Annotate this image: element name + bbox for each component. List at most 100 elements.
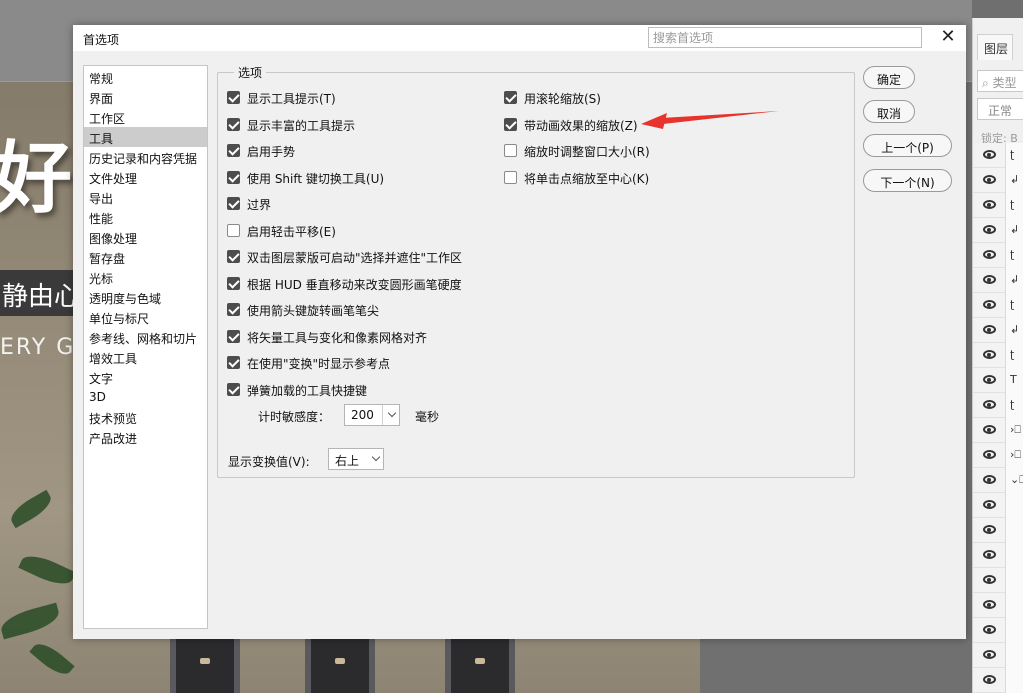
layer-row[interactable]: ⌄⎕ (973, 468, 1023, 493)
timer-unit-label: 毫秒 (415, 410, 440, 424)
eye-icon[interactable] (983, 325, 996, 334)
checkbox-checked[interactable] (504, 117, 517, 131)
next-button[interactable]: 下一个(N) (863, 169, 952, 192)
eye-icon[interactable] (983, 150, 996, 159)
eye-icon[interactable] (983, 675, 996, 684)
checkbox-checked[interactable] (227, 329, 240, 343)
ok-button[interactable]: 确定 (863, 66, 915, 89)
canvas-english-text: ERY G (0, 335, 76, 360)
nav-item[interactable]: 历史记录和内容凭据 (84, 147, 207, 167)
checkbox-checked[interactable] (227, 117, 240, 131)
checkbox-unchecked[interactable] (227, 223, 240, 237)
layer-thumbnail: ʈ (1005, 143, 1023, 168)
eye-icon[interactable] (983, 600, 996, 609)
checkbox-checked[interactable] (227, 144, 240, 157)
nav-item[interactable]: 界面 (84, 87, 207, 107)
checkbox-checked[interactable] (227, 250, 240, 263)
checkbox-checked[interactable] (504, 91, 517, 104)
layer-row[interactable]: ↲ (973, 218, 1023, 243)
nav-item[interactable]: 文字 (84, 367, 207, 387)
previous-button[interactable]: 上一个(P) (863, 134, 952, 157)
timer-sensitivity-select[interactable]: 200 (344, 404, 400, 426)
nav-item[interactable]: 图像处理 (84, 227, 207, 247)
layer-row[interactable] (973, 493, 1023, 518)
checkbox-unchecked[interactable] (504, 170, 517, 184)
checkbox-unchecked[interactable] (504, 144, 517, 157)
eye-icon[interactable] (983, 425, 996, 434)
nav-item[interactable]: 参考线、网格和切片 (84, 327, 207, 347)
layer-row[interactable]: ʈ (973, 193, 1023, 218)
eye-icon[interactable] (983, 275, 996, 284)
layer-row[interactable]: ›⎕ (973, 418, 1023, 443)
nav-item[interactable]: 3D (84, 387, 207, 407)
layer-row[interactable] (973, 568, 1023, 593)
layer-thumbnail (1005, 543, 1023, 568)
layer-row[interactable]: ↲ (973, 268, 1023, 293)
checkbox-checked[interactable] (227, 170, 240, 184)
layer-row[interactable]: ↲ (973, 318, 1023, 343)
eye-icon[interactable] (983, 575, 996, 584)
checkbox-checked[interactable] (227, 382, 240, 396)
nav-item[interactable]: 技术预览 (84, 407, 207, 427)
layer-row[interactable]: ↲ (973, 168, 1023, 193)
layer-row[interactable]: T (973, 368, 1023, 393)
cancel-button[interactable]: 取消 (863, 100, 915, 123)
eye-icon[interactable] (983, 350, 996, 359)
checkbox-checked[interactable] (227, 303, 240, 316)
preferences-search-input[interactable] (648, 27, 922, 48)
eye-icon[interactable] (983, 175, 996, 184)
layer-row[interactable] (973, 593, 1023, 618)
layer-row[interactable] (973, 618, 1023, 643)
nav-item[interactable]: 暂存盘 (84, 247, 207, 267)
eye-icon[interactable] (983, 250, 996, 259)
nav-item[interactable]: 工具 (84, 127, 207, 147)
option-label: 用滚轮缩放(S) (524, 92, 601, 106)
eye-icon[interactable] (983, 650, 996, 659)
layer-row[interactable] (973, 668, 1023, 693)
option-label: 显示工具提示(T) (247, 92, 336, 106)
nav-item[interactable]: 透明度与色域 (84, 287, 207, 307)
layer-row[interactable] (973, 643, 1023, 668)
eye-icon[interactable] (983, 475, 996, 484)
eye-icon[interactable] (983, 400, 996, 409)
eye-icon[interactable] (983, 200, 996, 209)
layers-panel: 图层 ⌕ 类型 正常 锁定: B ʈ↲ʈ↲ʈ↲ʈ↲ʈTʈ›⎕›⎕⌄⎕ (972, 18, 1023, 693)
option-label: 双击图层蒙版可启动"选择并遮住"工作区 (247, 251, 463, 265)
layers-filter-input[interactable]: ⌕ 类型 (977, 70, 1023, 92)
checkbox-checked[interactable] (227, 91, 240, 104)
eye-icon[interactable] (983, 300, 996, 309)
close-icon[interactable]: ✕ (937, 28, 959, 48)
layer-row[interactable]: ʈ (973, 393, 1023, 418)
layer-row[interactable]: ›⎕ (973, 443, 1023, 468)
layer-row[interactable]: ʈ (973, 293, 1023, 318)
eye-icon[interactable] (983, 450, 996, 459)
eye-icon[interactable] (983, 550, 996, 559)
nav-item[interactable]: 光标 (84, 267, 207, 287)
eye-icon[interactable] (983, 500, 996, 509)
nav-item[interactable]: 常规 (84, 67, 207, 87)
nav-item[interactable]: 增效工具 (84, 347, 207, 367)
checkbox-checked[interactable] (227, 276, 240, 290)
option-label: 带动画效果的缩放(Z) (524, 118, 638, 133)
nav-item[interactable]: 单位与标尺 (84, 307, 207, 327)
layer-row[interactable]: ʈ (973, 343, 1023, 368)
checkbox-checked[interactable] (227, 197, 240, 210)
layer-row[interactable] (973, 518, 1023, 543)
nav-item[interactable]: 文件处理 (84, 167, 207, 187)
layers-tab[interactable]: 图层 (977, 34, 1013, 60)
nav-item[interactable]: 工作区 (84, 107, 207, 127)
nav-item[interactable]: 性能 (84, 207, 207, 227)
nav-item[interactable]: 导出 (84, 187, 207, 207)
layer-row[interactable]: ʈ (973, 143, 1023, 168)
eye-icon[interactable] (983, 525, 996, 534)
layer-row[interactable]: ʈ (973, 243, 1023, 268)
transform-value-select[interactable]: 右上 (328, 448, 384, 470)
checkbox-checked[interactable] (227, 356, 240, 369)
nav-item[interactable]: 产品改进 (84, 427, 207, 447)
option-label: 过界 (247, 198, 272, 212)
eye-icon[interactable] (983, 225, 996, 234)
blend-mode-select[interactable]: 正常 (977, 98, 1023, 120)
layer-row[interactable] (973, 543, 1023, 568)
eye-icon[interactable] (983, 375, 996, 384)
eye-icon[interactable] (983, 625, 996, 634)
